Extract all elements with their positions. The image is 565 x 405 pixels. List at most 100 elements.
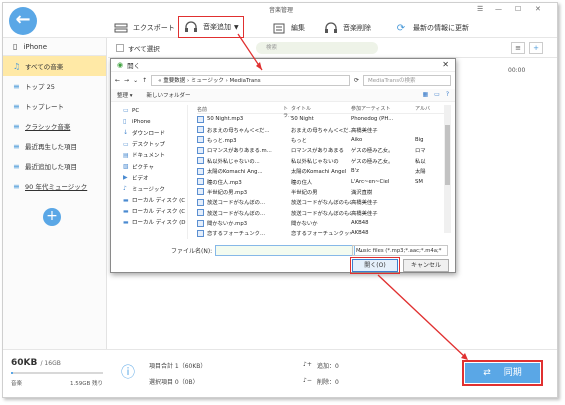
title-cell: 恋するフォーチュンクッキー xyxy=(291,231,351,238)
close-icon[interactable]: ✕ xyxy=(535,5,541,13)
nav-item[interactable]: ▧ ピクチャ xyxy=(115,161,187,172)
edit-label: 編集 xyxy=(291,24,305,32)
add-user-icon[interactable]: + xyxy=(529,42,543,54)
dialog-search-input[interactable]: MediaTransの検索 xyxy=(363,75,451,86)
export-button[interactable]: エクスポート xyxy=(113,21,175,35)
file-type-select[interactable]: Music files (*.mp3;*.aac;*.m4a;* xyxy=(352,245,448,256)
file-row[interactable]: 50 Night.mp3 50 Night Phonedog (PH... xyxy=(197,114,445,124)
scrollbar[interactable] xyxy=(444,105,451,233)
menu-icon[interactable]: ☰ xyxy=(477,5,483,13)
file-row[interactable]: 半世紀の男.mp3 半世紀の男 満沢直樹 xyxy=(197,187,445,197)
file-row[interactable]: 放送コードがなんぼの... 放送コードがなんぼのもの...高橋美佳子 xyxy=(197,208,445,218)
nav-item-label: デスクトップ xyxy=(132,142,166,149)
back-nav-icon[interactable]: ← xyxy=(115,77,120,84)
sidebar-item-top-rated[interactable]: ≡ トップレート xyxy=(3,96,106,116)
column-header[interactable]: トラ... xyxy=(283,105,293,119)
list-toolbar: すべて選択 検索 ≡ + xyxy=(108,38,557,58)
nav-item[interactable]: ▬ ローカル ディスク (D xyxy=(115,217,187,228)
maximize-icon[interactable]: ☐ xyxy=(515,5,521,13)
forward-nav-icon[interactable]: → xyxy=(124,77,129,84)
sidebar-item-all-music[interactable]: ♫ すべての音楽 xyxy=(3,56,106,76)
file-row[interactable]: 瞳の住人.mp3 瞳の住人 L'Arc~en~Ciel SM xyxy=(197,176,445,186)
organize-button[interactable]: 整理 ▾ xyxy=(117,91,133,99)
open-button[interactable]: 開く(O) xyxy=(350,257,400,274)
file-name-cell: 放送コードがなんぼの... xyxy=(197,209,283,217)
column-header[interactable]: 名前 xyxy=(197,105,283,113)
drive-icon: ▬ xyxy=(123,207,129,215)
file-row[interactable]: 私以外私じゃないの... 私以外私じゃないの ゲスの極み乙女。 私以 xyxy=(197,156,445,166)
refresh-button[interactable]: ⟳ 最新の情報に更新 xyxy=(393,21,469,35)
nav-item[interactable]: ▤ ドキュメント xyxy=(115,150,187,161)
device-selector[interactable]: ▯ iPhone xyxy=(3,38,106,56)
nav-item-label: ダウンロード xyxy=(132,130,166,137)
back-button[interactable]: ← xyxy=(9,7,37,35)
artist-cell: Phonedog (PH... xyxy=(351,116,394,123)
file-row[interactable]: 恋するフォーチュンク... 恋するフォーチュンクッキーAKB48 xyxy=(197,228,445,238)
delete-music-button[interactable]: 音楽削除 xyxy=(323,21,371,35)
sidebar-item-top25[interactable]: ≡ トップ 25 xyxy=(3,76,106,96)
phone-icon: ▯ xyxy=(13,42,18,51)
sync-button[interactable]: ⇄ 同期 xyxy=(462,360,543,386)
file-row[interactable]: 放送コードがなんぼの... 放送コードがなんぼのもの...高橋美佳子 xyxy=(197,197,445,207)
new-folder-button[interactable]: 新しいフォルダー xyxy=(147,91,191,99)
picture-icon: ▧ xyxy=(123,163,129,171)
nav-item[interactable]: ▭ デスクトップ xyxy=(115,139,187,150)
add-music-button[interactable]: 音楽追加 ▼ xyxy=(178,16,244,38)
album-cell: ロマ xyxy=(415,148,426,155)
nav-item-label: iPhone xyxy=(132,118,151,125)
scrollbar-thumb[interactable] xyxy=(445,125,450,185)
title-cell: 半世紀の男 xyxy=(291,189,318,196)
sidebar-item-label: すべての音楽 xyxy=(25,63,64,71)
file-row[interactable]: もっと.mp3 もっと Aiko Big xyxy=(197,135,445,145)
nav-item[interactable]: ↓ ダウンロード xyxy=(115,127,187,138)
up-nav-icon[interactable]: ↑ xyxy=(142,77,147,84)
nav-item[interactable]: ▬ ローカル ディスク (C xyxy=(115,206,187,217)
artist-cell: 高橋美佳子 xyxy=(351,127,378,134)
refresh-small-icon[interactable]: ⟳ xyxy=(354,77,359,84)
address-bar[interactable]: « 重要数据 › ミュージック › MediaTrans xyxy=(151,75,350,86)
sidebar-item-recently-played[interactable]: ≡ 最近再生した項目 xyxy=(3,136,106,156)
sidebar-item-90s-music[interactable]: ≡ 90 年代ミュージック xyxy=(3,176,106,196)
file-row[interactable]: 聞かないか.mp3 聞かないか AKB48 xyxy=(197,218,445,228)
cancel-button[interactable]: キャンセル xyxy=(403,259,449,272)
add-playlist-button[interactable]: + xyxy=(43,208,61,226)
view-options-icon[interactable]: ▦ xyxy=(422,91,428,98)
file-row[interactable]: おまえの母ちゃん＜<だ... おまえの母ちゃん＜<だ... 高橋美佳子 xyxy=(197,124,445,134)
file-name: 太陽のKomachi Ang... xyxy=(207,169,263,176)
added-count: 追加：0 xyxy=(317,363,339,370)
help-icon[interactable]: ? xyxy=(446,91,449,98)
file-row[interactable]: ロマンスがありあまる.m... ロマンスがありあまる ゲスの極み乙女。 ロマ xyxy=(197,145,445,155)
preview-pane-icon[interactable]: ▭ xyxy=(434,91,440,98)
nav-item-label: ビデオ xyxy=(132,175,149,182)
export-icon xyxy=(113,22,129,34)
file-name: 瞳の住人.mp3 xyxy=(207,179,242,186)
edit-button[interactable]: 編集 xyxy=(271,21,305,35)
dialog-close-icon[interactable]: ✕ xyxy=(442,60,449,69)
minimize-icon[interactable]: — xyxy=(495,5,502,13)
file-row[interactable]: 太陽のKomachi Ang... 太陽のKomachi Angel B'z 太陽 xyxy=(197,166,445,176)
audio-file-icon xyxy=(197,126,204,134)
column-header[interactable]: 参加アーティスト xyxy=(351,105,415,113)
artist-cell: L'Arc~en~Ciel xyxy=(351,178,390,185)
history-icon[interactable]: ⌄ xyxy=(133,77,138,84)
nav-item[interactable]: ▯ iPhone xyxy=(115,116,187,127)
column-header[interactable]: アルバ xyxy=(415,105,445,113)
sidebar-item-classical[interactable]: ≡ クラシック音楽 xyxy=(3,116,106,136)
file-name-cell: 恋するフォーチュンク... xyxy=(197,229,283,237)
artist-cell: ゲスの極み乙女。 xyxy=(351,148,394,155)
drive-icon: ▬ xyxy=(123,196,129,204)
search-input[interactable]: 検索 xyxy=(256,42,378,54)
column-header[interactable]: タイトル xyxy=(291,105,351,113)
nav-item[interactable]: ▭ PC xyxy=(115,105,187,116)
nav-item[interactable]: ▬ ローカル ディスク (C xyxy=(115,195,187,206)
select-all-checkbox[interactable]: すべて選択 xyxy=(116,43,160,53)
list-view-icon[interactable]: ≡ xyxy=(511,42,525,54)
artist-cell: AKB48 xyxy=(351,230,369,237)
artist-cell: ゲスの極み乙女。 xyxy=(351,158,394,165)
storage-remaining: 1.59GB 残り xyxy=(69,381,103,387)
filename-input[interactable] xyxy=(215,245,356,256)
sidebar-item-recently-added[interactable]: ≡ 最近追加した項目 xyxy=(3,156,106,176)
file-name-cell: 50 Night.mp3 xyxy=(197,115,283,123)
nav-item[interactable]: ♪ ミュージック xyxy=(115,183,187,194)
nav-item[interactable]: ▶ ビデオ xyxy=(115,172,187,183)
